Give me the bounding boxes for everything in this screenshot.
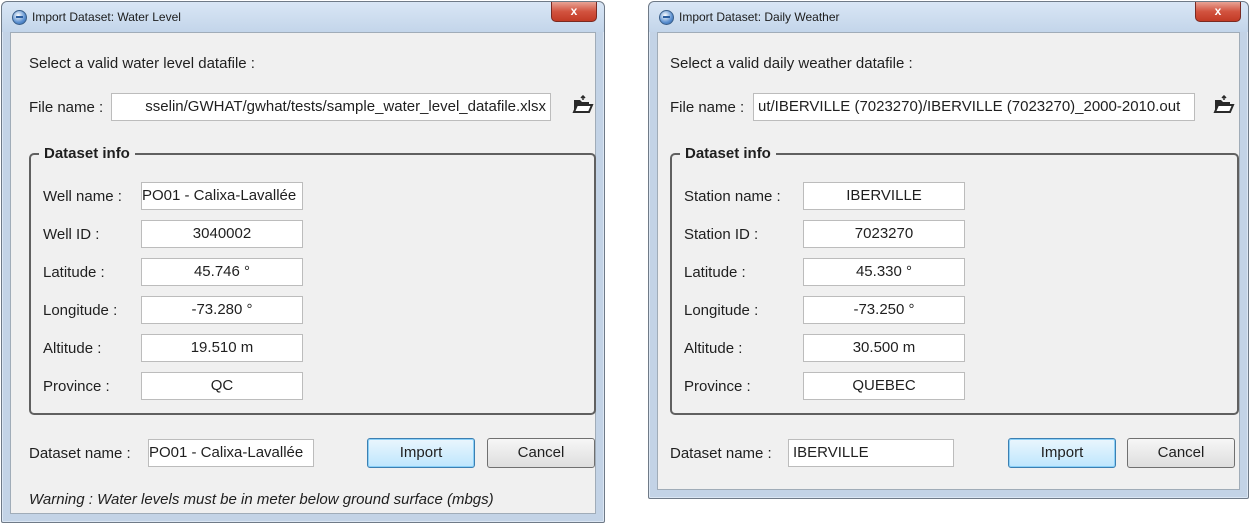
station-name-field[interactable]: IBERVILLE xyxy=(803,182,965,210)
station-id-field[interactable]: 7023270 xyxy=(803,220,965,248)
longitude-label: Longitude : xyxy=(684,302,759,319)
window-title: Import Dataset: Daily Weather xyxy=(679,10,840,24)
file-name-field[interactable]: sselin/GWHAT/gwhat/tests/sample_water_le… xyxy=(111,93,551,121)
warning-text: Warning : Water levels must be in meter … xyxy=(29,491,494,508)
daily-weather-dialog: Import Dataset: Daily Weather x Select a… xyxy=(648,1,1249,499)
altitude-label: Altitude : xyxy=(43,340,102,357)
station-name-label: Station name : xyxy=(684,188,781,205)
altitude-label: Altitude : xyxy=(684,340,743,357)
latitude-field[interactable]: 45.330 ° xyxy=(803,258,965,286)
app-icon xyxy=(12,10,27,25)
window-title: Import Dataset: Water Level xyxy=(32,10,181,24)
app-icon xyxy=(659,10,674,25)
longitude-field[interactable]: -73.280 ° xyxy=(141,296,303,324)
dataset-name-label: Dataset name : xyxy=(670,445,772,462)
prompt-label: Select a valid daily weather datafile : xyxy=(670,55,913,72)
dataset-info-group: Dataset info Well name : PO01 - Calixa-L… xyxy=(29,145,596,415)
file-name-label: File name : xyxy=(29,99,104,116)
prompt-label: Select a valid water level datafile : xyxy=(29,55,255,72)
import-button[interactable]: Import xyxy=(367,438,475,468)
dataset-name-label: Dataset name : xyxy=(29,445,131,462)
province-field[interactable]: QUEBEC xyxy=(803,372,965,400)
altitude-field[interactable]: 19.510 m xyxy=(141,334,303,362)
water-level-dialog: Import Dataset: Water Level x Select a v… xyxy=(1,1,605,523)
latitude-field[interactable]: 45.746 ° xyxy=(141,258,303,286)
import-button[interactable]: Import xyxy=(1008,438,1116,468)
well-id-field[interactable]: 3040002 xyxy=(141,220,303,248)
close-button[interactable]: x xyxy=(1195,2,1241,22)
province-label: Province : xyxy=(43,378,110,395)
title-bar[interactable]: Import Dataset: Water Level x xyxy=(2,2,604,32)
dataset-name-field[interactable]: IBERVILLE xyxy=(788,439,954,467)
well-id-label: Well ID : xyxy=(43,226,100,243)
file-name-field[interactable]: ut/IBERVILLE (7023270)/IBERVILLE (702327… xyxy=(753,93,1195,121)
dataset-info-title: Dataset info xyxy=(39,145,135,162)
latitude-label: Latitude : xyxy=(684,264,746,281)
dataset-info-title: Dataset info xyxy=(680,145,776,162)
dialog-body: Select a valid daily weather datafile : … xyxy=(657,32,1240,490)
cancel-button[interactable]: Cancel xyxy=(1127,438,1235,468)
altitude-field[interactable]: 30.500 m xyxy=(803,334,965,362)
longitude-field[interactable]: -73.250 ° xyxy=(803,296,965,324)
well-name-label: Well name : xyxy=(43,188,122,205)
close-button[interactable]: x xyxy=(551,2,597,22)
file-name-label: File name : xyxy=(670,99,745,116)
province-field[interactable]: QC xyxy=(141,372,303,400)
dataset-name-field[interactable]: PO01 - Calixa-Lavallée xyxy=(148,439,314,467)
well-name-field[interactable]: PO01 - Calixa-Lavallée xyxy=(141,182,303,210)
dialog-body: Select a valid water level datafile : Fi… xyxy=(10,32,596,514)
open-file-icon[interactable] xyxy=(1213,95,1235,115)
station-id-label: Station ID : xyxy=(684,226,759,243)
cancel-button[interactable]: Cancel xyxy=(487,438,595,468)
open-file-icon[interactable] xyxy=(572,95,594,115)
province-label: Province : xyxy=(684,378,751,395)
dataset-info-group: Dataset info Station name : IBERVILLE St… xyxy=(670,145,1239,415)
latitude-label: Latitude : xyxy=(43,264,105,281)
longitude-label: Longitude : xyxy=(43,302,118,319)
title-bar[interactable]: Import Dataset: Daily Weather x xyxy=(649,2,1248,32)
